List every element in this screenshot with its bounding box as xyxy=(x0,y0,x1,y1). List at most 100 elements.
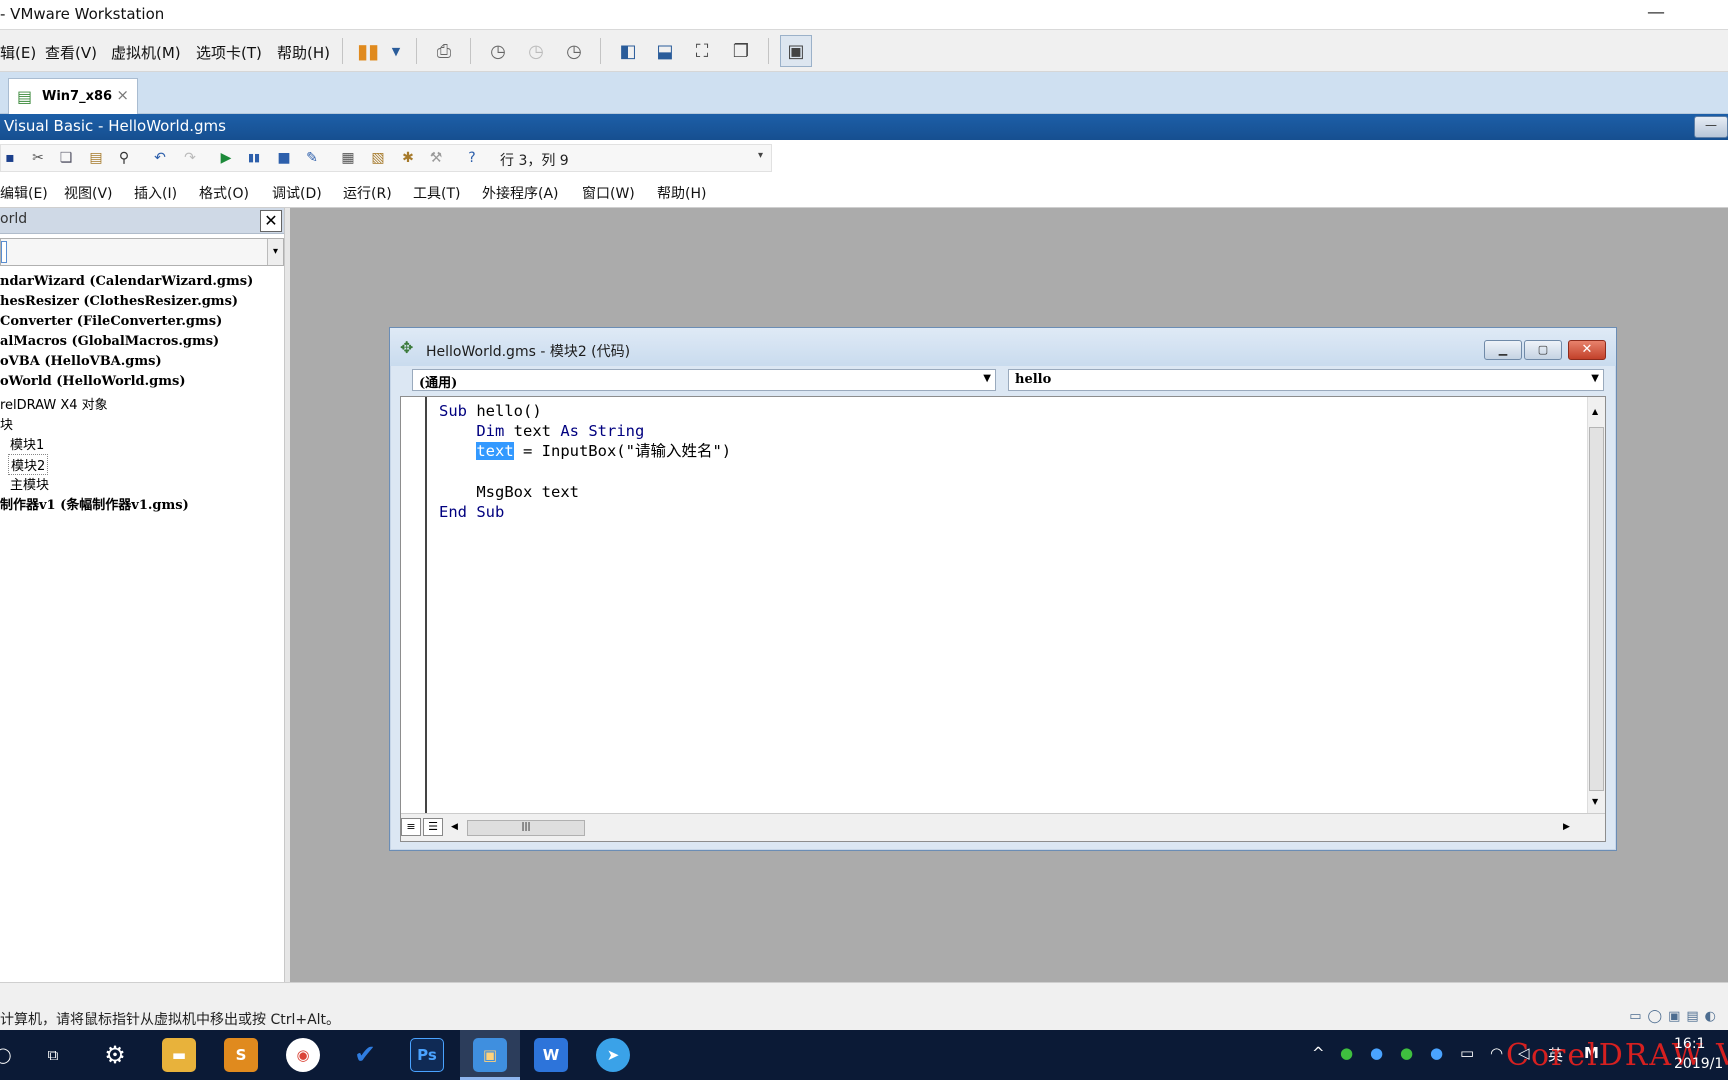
send-keys-icon[interactable]: ⎙ xyxy=(430,37,458,65)
horizontal-scrollbar[interactable]: ≡ ☰ ◀ ||| ▶ xyxy=(401,813,1605,841)
fullscreen-icon[interactable]: ⛶ xyxy=(688,37,716,65)
thumbnail-icon[interactable]: ⬓ xyxy=(651,37,679,65)
sublime-icon[interactable]: S xyxy=(224,1038,258,1072)
code-editor[interactable]: Sub hello() Dim text As String text = In… xyxy=(400,396,1606,842)
tray-chevron-up-icon[interactable]: ^ xyxy=(1312,1044,1325,1062)
project-filter-combo[interactable]: ▾ xyxy=(0,238,284,266)
copy-icon[interactable]: ❏ xyxy=(56,149,76,167)
hscroll-thumb[interactable]: ||| xyxy=(467,820,585,836)
device-icons[interactable]: ▭◯▣▤◐ xyxy=(1629,1009,1722,1024)
vba-menu-view[interactable]: 视图(V) xyxy=(64,183,113,203)
scroll-right-icon[interactable]: ▶ xyxy=(1563,822,1570,832)
file-explorer-icon[interactable]: ▬ xyxy=(162,1038,196,1072)
minimize-button[interactable]: — xyxy=(1636,0,1676,28)
tree-item[interactable]: ndarWizard (CalendarWizard.gms) xyxy=(0,274,253,289)
vba-menu-window[interactable]: 窗口(W) xyxy=(582,183,635,203)
chevron-down-icon[interactable]: ▼ xyxy=(983,373,991,384)
procedure-combo[interactable]: hello ▼ xyxy=(1008,369,1604,391)
vba-minimize-button[interactable]: — xyxy=(1694,116,1728,138)
todo-icon[interactable]: ✔ xyxy=(348,1038,382,1072)
unity-icon[interactable]: ❐ xyxy=(727,37,755,65)
vba-menu-format[interactable]: 格式(O) xyxy=(199,183,249,203)
tab-close-icon[interactable]: × xyxy=(116,86,129,104)
tab-win7[interactable]: ▤ Win7_x86 × xyxy=(8,78,138,114)
scroll-left-icon[interactable]: ◀ xyxy=(451,822,458,832)
menu-vm[interactable]: 虚拟机(M) xyxy=(111,42,181,63)
code-text[interactable]: Sub hello() Dim text As String text = In… xyxy=(439,401,731,522)
vba-menu-run[interactable]: 运行(R) xyxy=(343,183,392,203)
console-view-icon[interactable]: ▣ xyxy=(780,35,812,67)
break-icon[interactable]: ▮▮ xyxy=(244,149,264,167)
snapshot-icon[interactable]: ◷ xyxy=(484,37,512,65)
tree-item[interactable]: Converter (FileConverter.gms) xyxy=(0,314,222,329)
wifi-icon[interactable]: ◠ xyxy=(1490,1044,1503,1062)
help-icon[interactable]: ? xyxy=(462,149,482,167)
code-close-button[interactable]: ✕ xyxy=(1568,340,1606,360)
vertical-scrollbar[interactable]: ▲ ▼ xyxy=(1587,397,1605,813)
scroll-thumb[interactable] xyxy=(1589,427,1604,791)
vba-menu-insert[interactable]: 插入(I) xyxy=(134,183,177,203)
project-explorer-icon[interactable]: ▦ xyxy=(338,149,358,167)
cut-icon[interactable]: ✂ xyxy=(28,149,48,167)
code-minimize-button[interactable]: ▁ xyxy=(1484,340,1522,360)
tree-item-module2[interactable]: 模块2 xyxy=(8,454,49,475)
procedure-view-icon[interactable]: ≡ xyxy=(401,818,421,836)
tree-item[interactable]: relDRAW X4 对象 xyxy=(0,394,108,413)
undo-icon[interactable]: ↶ xyxy=(150,149,170,167)
clock[interactable]: 16:1 2019/1 xyxy=(1674,1034,1723,1074)
tree-item[interactable]: oWorld (HelloWorld.gms) xyxy=(0,374,185,389)
code-maximize-button[interactable]: ▢ xyxy=(1524,340,1562,360)
revert-snapshot-icon[interactable]: ◷ xyxy=(522,37,550,65)
tree-item[interactable]: 块 xyxy=(0,414,13,433)
tray-app2-icon[interactable]: ● xyxy=(1400,1044,1413,1062)
settings-gear-icon[interactable]: ⚙ xyxy=(98,1038,132,1072)
tree-item[interactable]: alMacros (GlobalMacros.gms) xyxy=(0,334,219,349)
task-view-icon[interactable]: ⧉ xyxy=(36,1038,70,1072)
redo-icon[interactable]: ↷ xyxy=(180,149,200,167)
vba-menu-debug[interactable]: 调试(D) xyxy=(272,183,322,203)
toolbar-overflow-icon[interactable]: ▾ xyxy=(758,150,763,161)
object-combo[interactable]: (通用) ▼ xyxy=(412,369,996,391)
toolbox-icon[interactable]: ⚒ xyxy=(426,149,446,167)
design-mode-icon[interactable]: ✎ xyxy=(302,149,322,167)
full-module-view-icon[interactable]: ☰ xyxy=(423,818,443,836)
battery-icon[interactable]: ▭ xyxy=(1460,1044,1474,1062)
vba-menu-help[interactable]: 帮助(H) xyxy=(657,183,706,203)
pause-icon[interactable]: ▮▮ xyxy=(354,37,382,65)
find-icon[interactable]: ⚲ xyxy=(114,149,134,167)
snapshot-manager-icon[interactable]: ◷ xyxy=(560,37,588,65)
vba-menu-tools[interactable]: 工具(T) xyxy=(413,183,460,203)
vba-menu-addins[interactable]: 外接程序(A) xyxy=(482,183,559,203)
feishu-icon[interactable]: ➤ xyxy=(596,1038,630,1072)
object-browser-icon[interactable]: ✱ xyxy=(398,149,418,167)
tray-app-icon[interactable]: ● xyxy=(1370,1044,1383,1062)
properties-icon[interactable]: ▧ xyxy=(368,149,388,167)
chevron-down-icon[interactable]: ▾ xyxy=(267,239,283,265)
tree-item[interactable]: oVBA (HelloVBA.gms) xyxy=(0,354,162,369)
wps-icon[interactable]: W xyxy=(534,1038,568,1072)
close-icon[interactable]: ✕ xyxy=(260,210,282,232)
reset-icon[interactable]: ■ xyxy=(274,149,294,167)
wechat-icon[interactable]: ● xyxy=(1340,1044,1353,1062)
save-icon[interactable]: ▪ xyxy=(0,149,20,167)
chevron-down-icon[interactable]: ▼ xyxy=(1591,373,1599,384)
run-icon[interactable]: ▶ xyxy=(216,149,236,167)
tree-item-module1[interactable]: 模块1 xyxy=(10,434,44,453)
search-icon[interactable]: ◯ xyxy=(0,1038,20,1072)
code-window-title-bar[interactable]: ✥ HelloWorld.gms - 模块2 (代码) ▁ ▢ ✕ xyxy=(390,328,1616,366)
menu-view[interactable]: 查看(V) xyxy=(45,42,97,63)
menu-tabs[interactable]: 选项卡(T) xyxy=(196,42,262,63)
tray-app3-icon[interactable]: ● xyxy=(1430,1044,1443,1062)
sidebar-icon[interactable]: ◧ xyxy=(614,37,642,65)
photoshop-icon[interactable]: Ps xyxy=(410,1038,444,1072)
paste-icon[interactable]: ▤ xyxy=(86,149,106,167)
tree-item[interactable]: hesResizer (ClothesResizer.gms) xyxy=(0,294,238,309)
chevron-down-icon[interactable]: ▼ xyxy=(382,37,410,65)
scroll-down-icon[interactable]: ▼ xyxy=(1592,797,1598,806)
vmware-taskbar-button[interactable]: ▣ xyxy=(460,1030,520,1080)
menu-help[interactable]: 帮助(H) xyxy=(277,42,330,63)
tree-item[interactable]: 制作器v1 (条幅制作器v1.gms) xyxy=(0,494,189,513)
menu-edit[interactable]: 辑(E) xyxy=(0,42,36,63)
vba-menu-edit[interactable]: 编辑(E) xyxy=(0,183,48,203)
chrome-icon[interactable]: ◉ xyxy=(286,1038,320,1072)
